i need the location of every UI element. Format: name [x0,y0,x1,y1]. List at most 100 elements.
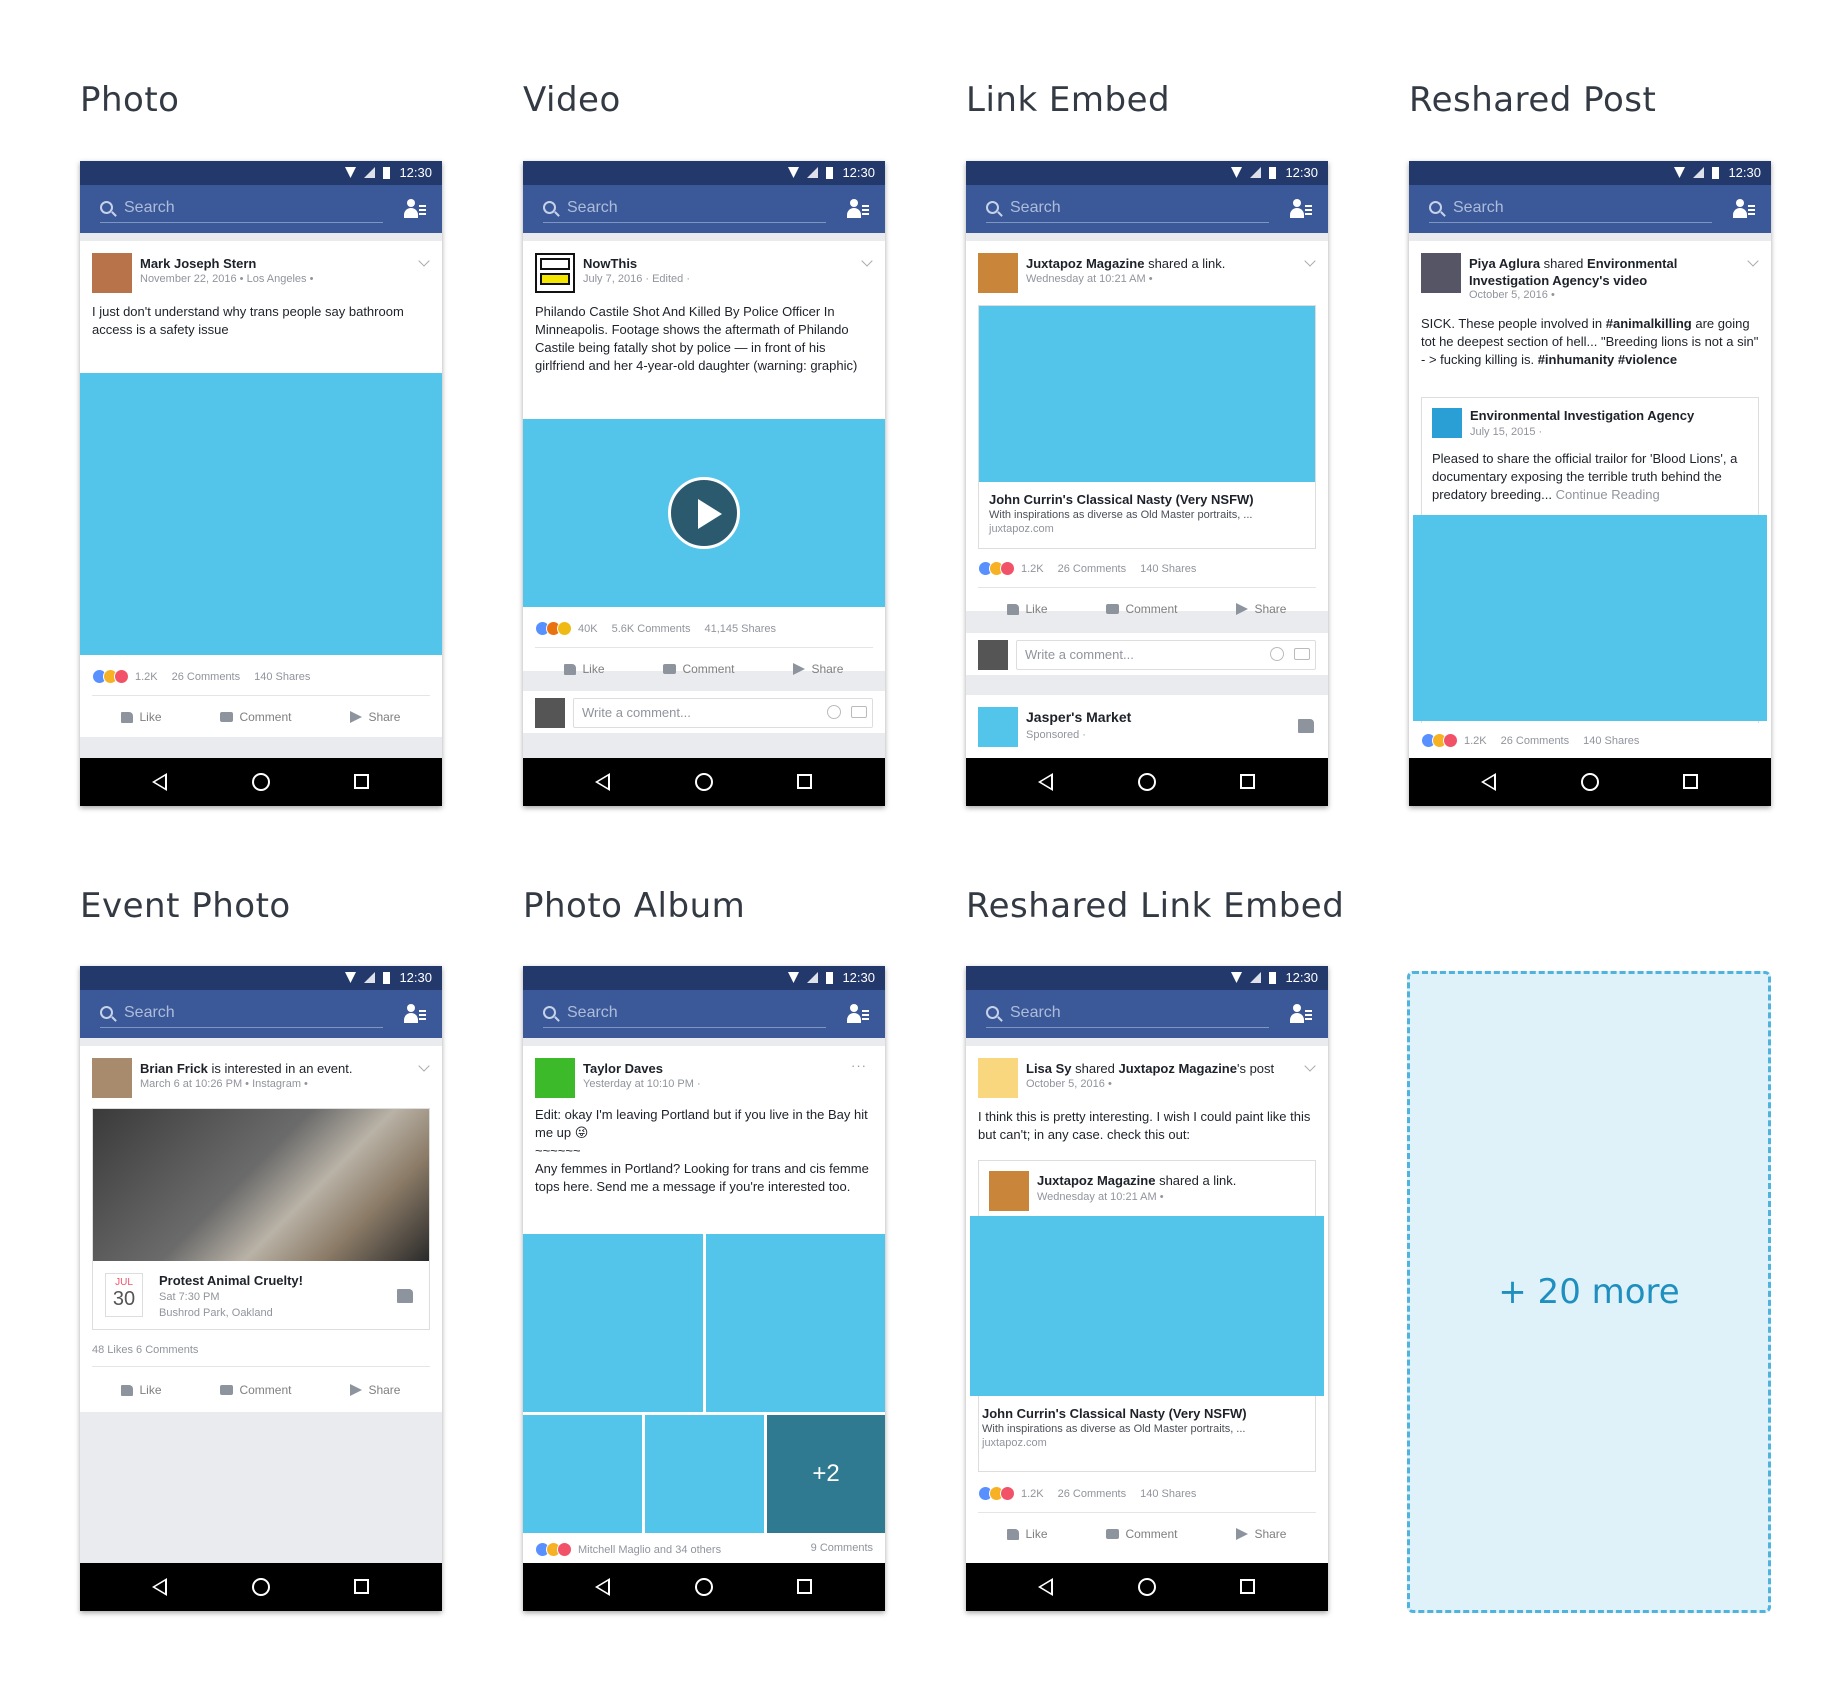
share-button[interactable]: Share [350,1380,400,1400]
link-preview[interactable]: John Currin's Classical Nasty (Very NSFW… [978,305,1316,549]
author-name[interactable]: Brian Frick [140,1061,208,1076]
search-input[interactable]: Search [100,1000,383,1028]
post-video[interactable] [523,419,885,607]
recent-apps-icon[interactable] [354,1579,369,1594]
search-input[interactable]: Search [1429,195,1712,223]
recent-apps-icon[interactable] [354,774,369,789]
like-button[interactable]: Like [1007,1524,1048,1544]
home-icon[interactable] [1138,773,1156,791]
reaction-summary[interactable]: 1.2K 26 Comments 140 Shares [92,669,310,684]
reaction-summary[interactable]: 1.2K 26 Comments 140 Shares [1421,733,1639,748]
more-layouts-placeholder[interactable]: + 20 more [1407,971,1771,1613]
friend-requests-icon[interactable] [1733,199,1755,219]
recent-apps-icon[interactable] [1240,1579,1255,1594]
search-input[interactable]: Search [986,1000,1269,1028]
chevron-down-icon[interactable] [418,255,430,267]
shared-video[interactable] [1413,515,1767,721]
event-attachment[interactable]: JUL 30 Protest Animal Cruelty! Sat 7:30 … [92,1108,430,1330]
back-icon[interactable] [1038,773,1053,791]
back-icon[interactable] [152,773,167,791]
link-image[interactable] [970,1216,1324,1396]
home-icon[interactable] [1138,1578,1156,1596]
author-name[interactable]: Lisa Sy [1026,1061,1072,1076]
back-icon[interactable] [1038,1578,1053,1596]
avatar[interactable] [535,253,575,293]
shared-author-name[interactable]: Environmental Investigation Agency [1470,408,1694,423]
back-icon[interactable] [152,1578,167,1596]
friend-requests-icon[interactable] [404,199,426,219]
post-photo[interactable] [80,373,442,655]
chevron-down-icon[interactable] [1747,255,1759,267]
like-button[interactable]: Like [121,707,162,727]
share-button[interactable]: Share [793,659,843,679]
friend-requests-icon[interactable] [1290,1004,1312,1024]
chevron-down-icon[interactable] [418,1060,430,1072]
chevron-down-icon[interactable] [1304,255,1316,267]
like-button[interactable]: Like [564,659,605,679]
reaction-summary[interactable]: Mitchell Maglio and 34 others [535,1542,735,1557]
back-icon[interactable] [595,773,610,791]
comment-button[interactable]: Comment [220,1380,291,1400]
chevron-down-icon[interactable] [1304,1060,1316,1072]
engagement-counts[interactable]: 48 Likes 6 Comments [92,1344,198,1356]
album-more-photos[interactable]: +2 [767,1415,885,1533]
recent-apps-icon[interactable] [797,1579,812,1594]
home-icon[interactable] [695,1578,713,1596]
comments-count[interactable]: 9 Comments [811,1542,873,1554]
chevron-down-icon[interactable] [861,255,873,267]
play-icon[interactable] [668,477,740,549]
back-icon[interactable] [1481,773,1496,791]
avatar[interactable] [535,1058,575,1098]
friend-requests-icon[interactable] [847,1004,869,1024]
author-name[interactable]: Piya Aglura [1469,256,1540,271]
home-icon[interactable] [1581,773,1599,791]
friend-requests-icon[interactable] [404,1004,426,1024]
avatar[interactable] [92,253,132,293]
search-input[interactable]: Search [543,1000,826,1028]
emoji-icon[interactable] [827,705,841,719]
author-name[interactable]: Juxtapoz Magazine [1026,256,1144,271]
home-icon[interactable] [695,773,713,791]
thumbs-up-icon[interactable] [1298,719,1314,733]
comment-button[interactable]: Comment [663,659,734,679]
share-button[interactable]: Share [1236,1524,1286,1544]
continue-reading-link[interactable]: Continue Reading [1556,487,1660,502]
album-photo[interactable] [706,1234,885,1412]
comment-button[interactable]: Comment [1106,599,1177,619]
search-input[interactable]: Search [986,195,1269,223]
reaction-summary[interactable]: 1.2K 26 Comments 140 Shares [978,561,1196,576]
reaction-summary[interactable]: 1.2K 26 Comments 140 Shares [978,1486,1196,1501]
camera-icon[interactable] [851,706,867,718]
recent-apps-icon[interactable] [797,774,812,789]
comment-button[interactable]: Comment [220,707,291,727]
album-photo[interactable] [645,1415,764,1533]
album-photo[interactable] [523,1415,642,1533]
avatar[interactable] [92,1058,132,1098]
back-icon[interactable] [595,1578,610,1596]
avatar[interactable] [1421,253,1461,293]
search-input[interactable]: Search [543,195,826,223]
like-button[interactable]: Like [121,1380,162,1400]
comment-button[interactable]: Comment [1106,1524,1177,1544]
avatar[interactable] [978,1058,1018,1098]
recent-apps-icon[interactable] [1683,774,1698,789]
link-preview-text[interactable]: John Currin's Classical Nasty (Very NSFW… [982,1406,1247,1449]
share-button[interactable]: Share [350,707,400,727]
shared-author-name[interactable]: Juxtapoz Magazine [1037,1173,1155,1188]
friend-requests-icon[interactable] [1290,199,1312,219]
home-icon[interactable] [252,1578,270,1596]
friend-requests-icon[interactable] [847,199,869,219]
avatar[interactable] [978,253,1018,293]
home-icon[interactable] [252,773,270,791]
recent-apps-icon[interactable] [1240,774,1255,789]
reaction-summary[interactable]: 40K 5.6K Comments 41,145 Shares [535,621,776,636]
sponsored-card[interactable]: Jasper's Market Sponsored · [966,695,1328,759]
like-button[interactable]: Like [1007,599,1048,619]
camera-icon[interactable] [1294,648,1310,660]
album-photo[interactable] [523,1234,703,1412]
emoji-icon[interactable] [1270,647,1284,661]
thumbs-up-icon[interactable] [397,1289,413,1303]
share-button[interactable]: Share [1236,599,1286,619]
more-options-icon[interactable]: ··· [851,1058,867,1073]
search-input[interactable]: Search [100,195,383,223]
